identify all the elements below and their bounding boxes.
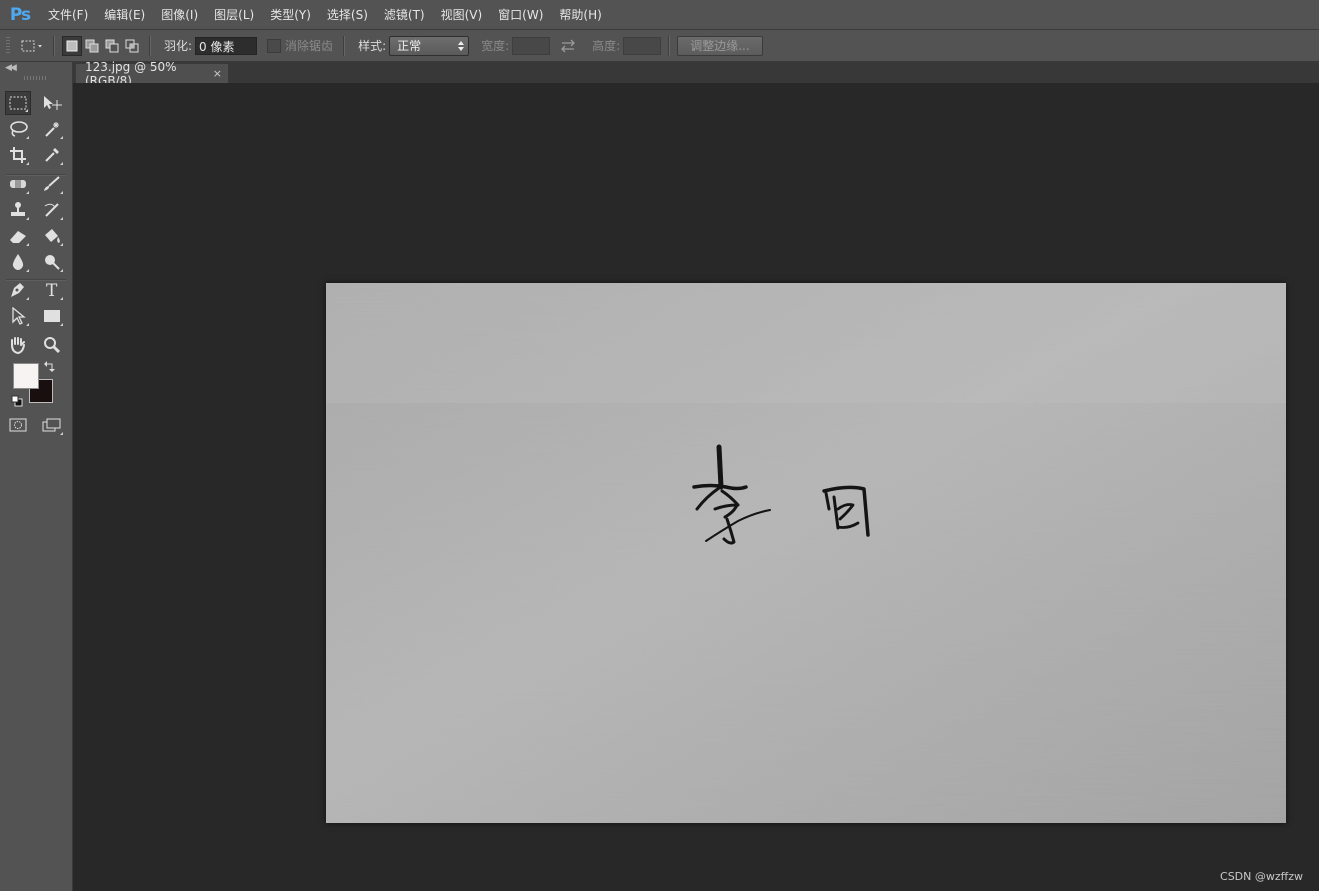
- document-tab-bar: 123.jpg @ 50%(RGB/8) ×: [73, 60, 1319, 88]
- csdn-watermark: CSDN @wzffzw: [1220, 870, 1303, 883]
- add-selection-icon: [85, 39, 99, 52]
- refine-edge-button[interactable]: 调整边缘...: [677, 35, 763, 56]
- lasso-icon: [10, 121, 28, 137]
- close-tab-icon[interactable]: ×: [213, 67, 222, 80]
- toolbox: ◀◀ T: [0, 62, 73, 891]
- eraser-tool[interactable]: [5, 224, 31, 248]
- rect-marquee-preset-icon: [21, 40, 42, 51]
- paint-bucket-icon: [45, 229, 60, 243]
- style-select[interactable]: 正常: [389, 35, 470, 56]
- select-arrows-icon: [458, 40, 465, 51]
- rectangle-tool[interactable]: [39, 304, 65, 328]
- style-label: 样式:: [358, 39, 387, 53]
- marquee-icon: [9, 96, 27, 110]
- antialias-checkbox[interactable]: [267, 38, 282, 53]
- intersect-selection-button[interactable]: [122, 36, 142, 56]
- eyedropper-tool[interactable]: [39, 143, 65, 167]
- default-colors-icon[interactable]: [11, 395, 23, 407]
- collapse-panel-icon[interactable]: ◀◀: [5, 63, 17, 73]
- separator: [668, 35, 671, 56]
- move-icon: [44, 96, 62, 110]
- history-brush-icon: [44, 203, 59, 217]
- options-bar-grip[interactable]: [6, 36, 10, 55]
- menu-layer[interactable]: 图层(L): [206, 6, 262, 23]
- separator: [343, 35, 346, 56]
- hand-icon: [11, 337, 25, 354]
- foreground-color-swatch[interactable]: [13, 363, 39, 389]
- swap-width-height-icon[interactable]: [550, 39, 586, 53]
- path-select-arrow-icon: [12, 307, 26, 325]
- width-input[interactable]: [512, 36, 551, 55]
- dodge-icon: [45, 255, 60, 270]
- magic-wand-icon: [45, 122, 59, 137]
- lasso-tool[interactable]: [5, 117, 31, 141]
- blur-drop-icon: [12, 254, 24, 270]
- zoom-tool[interactable]: [39, 333, 65, 357]
- spot-healing-tool[interactable]: [5, 172, 31, 196]
- new-selection-button[interactable]: [62, 35, 82, 56]
- height-input[interactable]: [623, 36, 662, 55]
- options-bar: 羽化: 0 像素 消除锯齿 样式: 正常 宽度: 高度: 调整边缘...: [0, 30, 1319, 62]
- width-label: 宽度:: [481, 39, 510, 53]
- clone-stamp-tool[interactable]: [5, 198, 31, 222]
- add-to-selection-button[interactable]: [82, 36, 102, 56]
- path-selection-tool[interactable]: [5, 304, 31, 328]
- menu-select[interactable]: 选择(S): [319, 6, 376, 23]
- swap-colors-icon[interactable]: [44, 360, 56, 372]
- brush-tool[interactable]: [39, 172, 65, 196]
- screen-mode-icon: [42, 418, 61, 432]
- paint-bucket-tool[interactable]: [39, 224, 65, 248]
- quick-mask-button[interactable]: [5, 413, 31, 437]
- menu-bar: Ps 文件(F) 编辑(E) 图像(I) 图层(L) 类型(Y) 选择(S) 滤…: [0, 0, 1319, 30]
- magic-wand-tool[interactable]: [39, 117, 65, 141]
- menu-help[interactable]: 帮助(H): [551, 6, 609, 23]
- subtract-from-selection-button[interactable]: [102, 36, 122, 56]
- svg-text:T: T: [46, 281, 58, 299]
- blur-tool[interactable]: [5, 250, 31, 274]
- screen-mode-button[interactable]: [39, 413, 65, 437]
- photoshop-logo: Ps: [9, 4, 31, 25]
- menu-view[interactable]: 视图(V): [433, 6, 491, 23]
- move-tool[interactable]: [39, 91, 65, 115]
- eraser-icon: [10, 231, 26, 243]
- feather-input[interactable]: 0 像素: [195, 36, 258, 55]
- separator: [149, 35, 151, 56]
- pen-nib-icon: [11, 283, 24, 297]
- toolbox-grip[interactable]: [24, 76, 46, 80]
- stamp-icon: [11, 202, 25, 216]
- subtract-selection-icon: [105, 39, 119, 52]
- crop-icon: [10, 147, 26, 163]
- menu-filter[interactable]: 滤镜(T): [376, 6, 433, 23]
- hand-tool[interactable]: [5, 333, 31, 357]
- tool-preset-picker[interactable]: [18, 35, 46, 57]
- menu-file[interactable]: 文件(F): [40, 6, 96, 23]
- menu-edit[interactable]: 编辑(E): [96, 6, 153, 23]
- pen-tool[interactable]: [5, 278, 31, 302]
- menu-image[interactable]: 图像(I): [153, 6, 206, 23]
- type-tool[interactable]: T: [39, 278, 65, 302]
- style-select-value: 正常: [397, 39, 422, 53]
- antialias-label: 消除锯齿: [285, 39, 334, 53]
- rectangle-shape-icon: [44, 310, 60, 322]
- height-label: 高度:: [592, 39, 621, 53]
- eyedropper-icon: [45, 148, 59, 162]
- history-brush-tool[interactable]: [39, 198, 65, 222]
- type-t-icon: T: [46, 281, 58, 299]
- brush-icon: [44, 176, 60, 191]
- zoom-magnifier-icon: [44, 337, 61, 354]
- feather-label: 羽化:: [164, 39, 193, 53]
- dodge-tool[interactable]: [39, 250, 65, 274]
- menu-window[interactable]: 窗口(W): [490, 6, 551, 23]
- new-selection-icon: [66, 40, 78, 51]
- document-tab[interactable]: 123.jpg @ 50%(RGB/8) ×: [75, 60, 229, 88]
- intersect-selection-icon: [125, 39, 139, 52]
- document-canvas-image[interactable]: [326, 283, 1286, 823]
- crop-tool[interactable]: [5, 143, 31, 167]
- menu-type[interactable]: 类型(Y): [262, 6, 319, 23]
- healing-bandage-icon: [10, 180, 26, 188]
- rectangular-marquee-tool[interactable]: [5, 91, 31, 115]
- quick-mask-icon: [9, 418, 27, 432]
- separator: [53, 35, 55, 56]
